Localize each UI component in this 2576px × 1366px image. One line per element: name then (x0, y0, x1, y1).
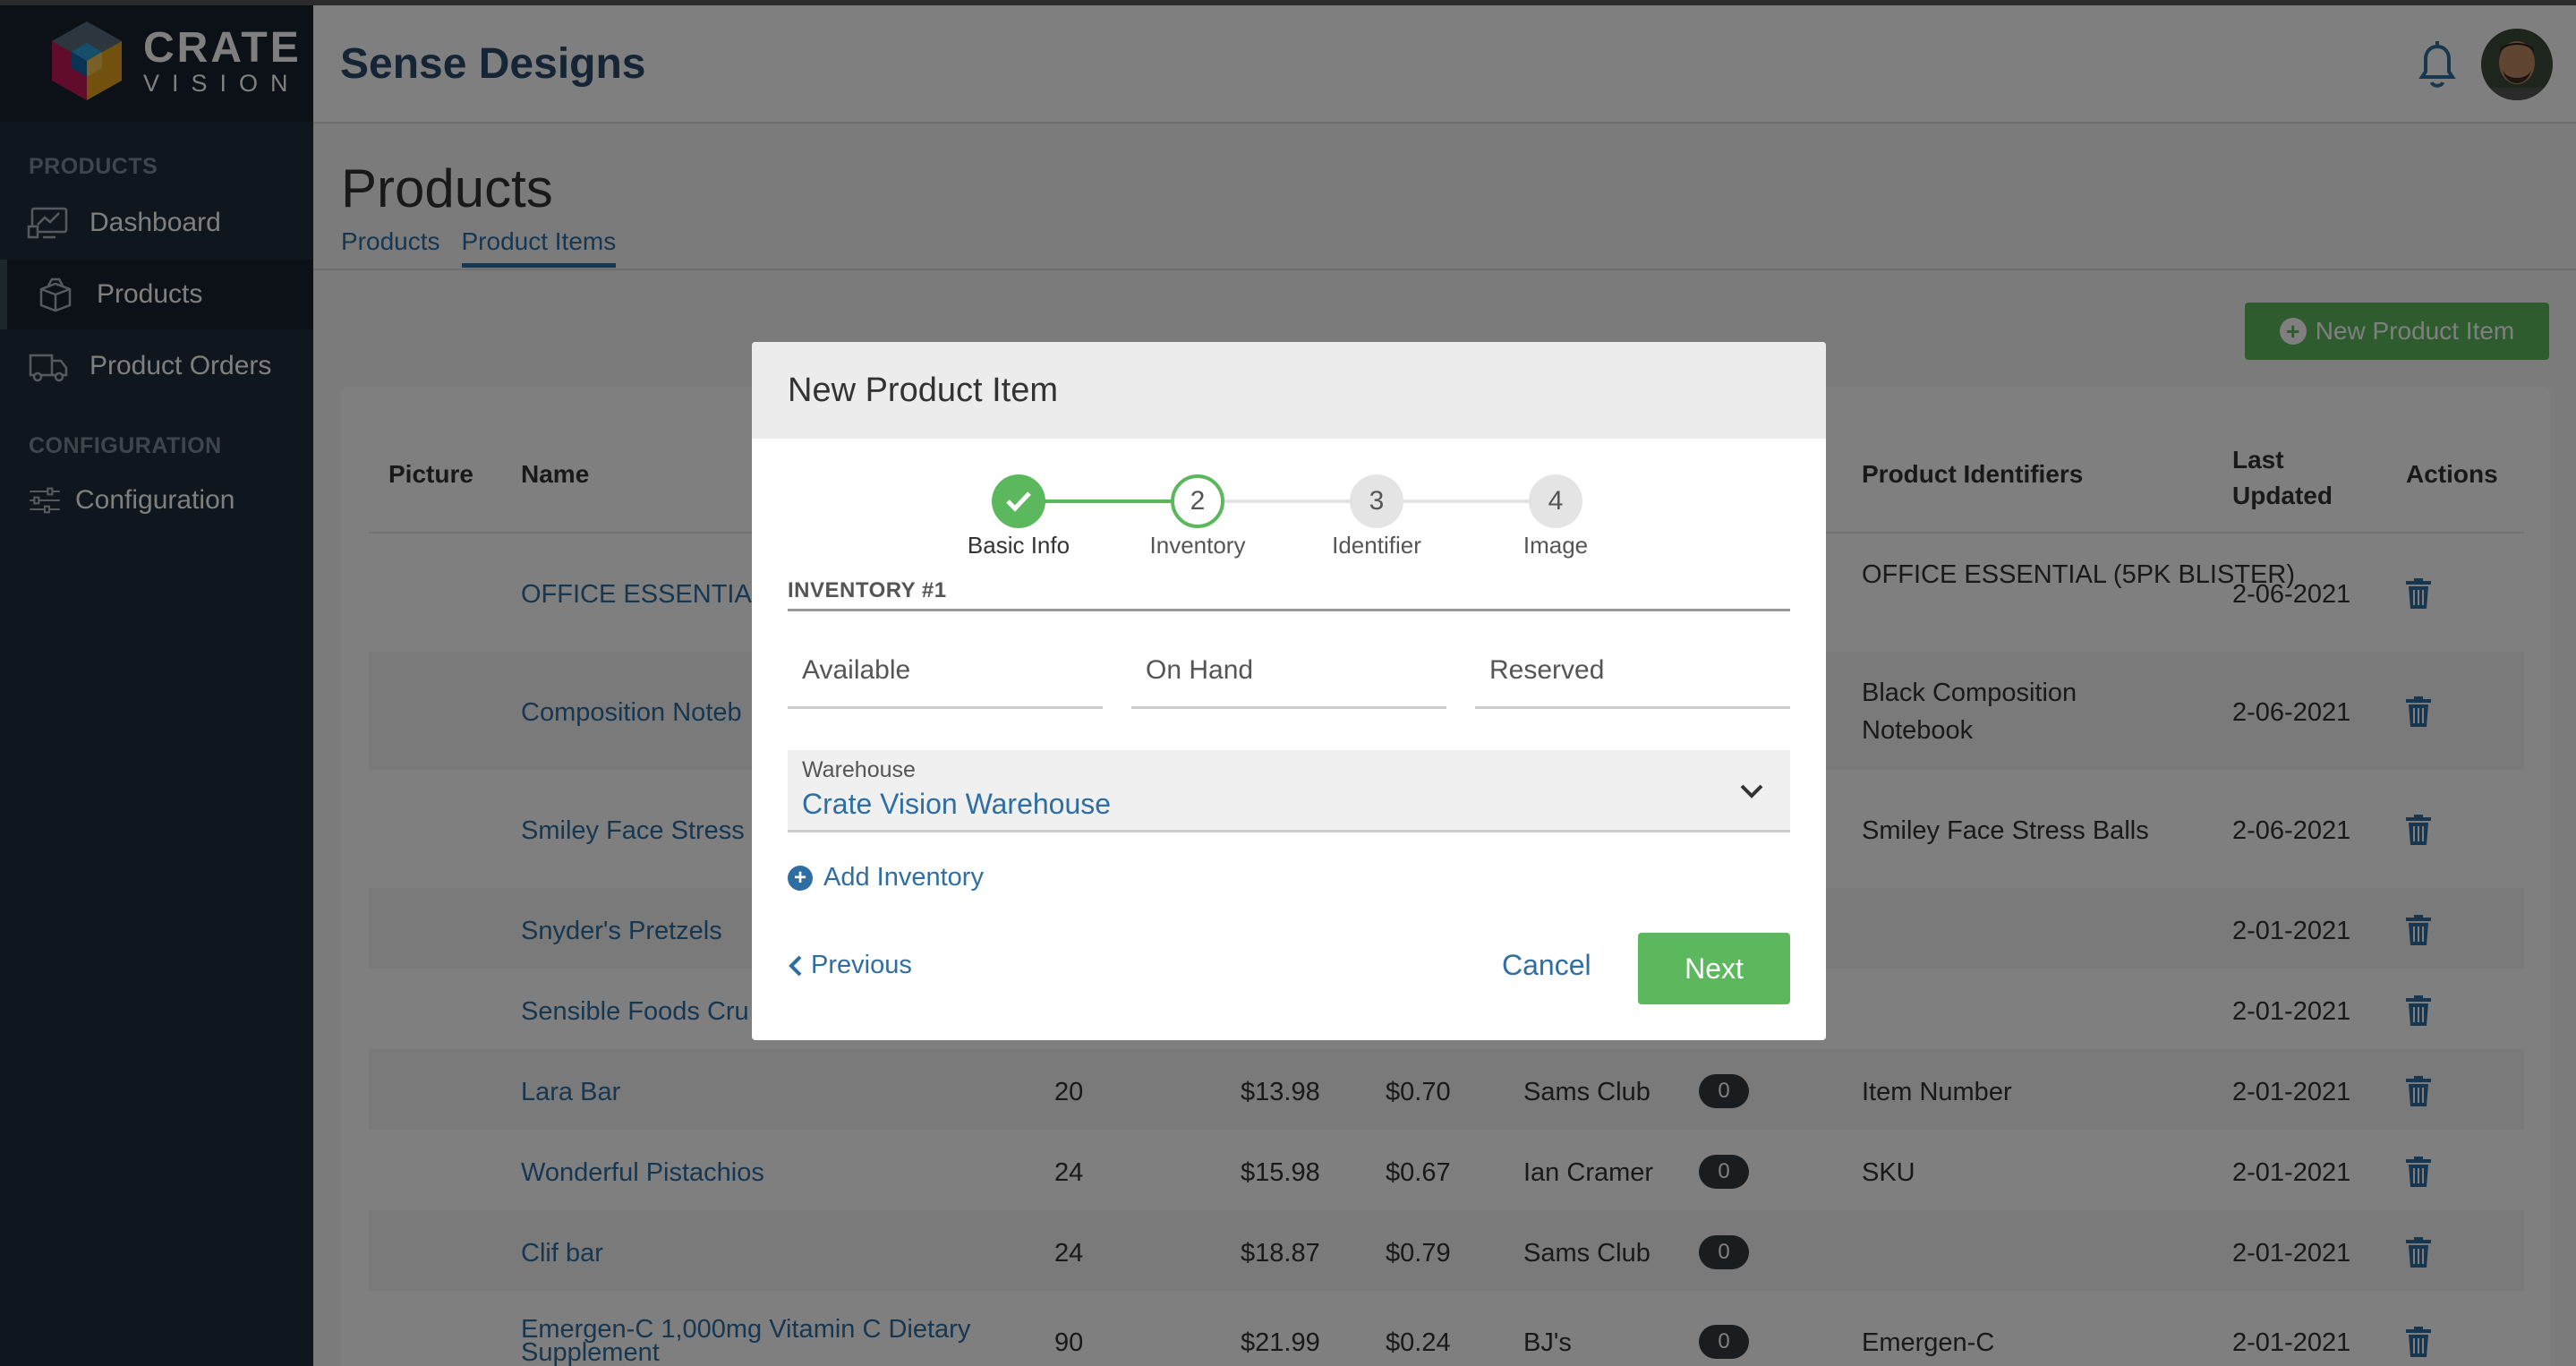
warehouse-value: Crate Vision Warehouse (802, 788, 1112, 820)
reserved-field[interactable]: Reserved (1475, 637, 1790, 709)
add-inventory-label: Add Inventory (823, 863, 984, 892)
plus-circle-icon: + (788, 865, 813, 891)
wizard-stepper: Basic Info 2 Inventory 3 Identifier 4 Im… (752, 473, 1826, 559)
step-label-identifier: Identifier (1332, 532, 1421, 559)
inventory-section-title: INVENTORY #1 (788, 578, 1790, 611)
checkmark-icon (1006, 491, 1031, 512)
chevron-left-icon (789, 955, 802, 976)
cancel-button[interactable]: Cancel (1502, 949, 1591, 982)
step-3-circle[interactable]: 3 (1350, 474, 1403, 528)
new-product-item-modal: New Product Item Basic Info 2 Inventory … (752, 342, 1826, 1040)
window-top-border (0, 0, 2576, 5)
modal-title: New Product Item (752, 342, 1826, 439)
available-field[interactable]: Available (788, 637, 1103, 709)
step-label-basic-info: Basic Info (967, 532, 1070, 559)
previous-button[interactable]: Previous (788, 951, 912, 980)
warehouse-label: Warehouse (802, 757, 916, 782)
step-label-inventory: Inventory (1149, 532, 1246, 559)
previous-label: Previous (811, 951, 912, 979)
step-label-image: Image (1523, 532, 1589, 559)
add-inventory-link[interactable]: + Add Inventory (788, 863, 984, 892)
next-button[interactable]: Next (1638, 933, 1790, 1004)
warehouse-select[interactable]: Warehouse Crate Vision Warehouse (788, 750, 1790, 832)
step-4-circle[interactable]: 4 (1529, 474, 1582, 528)
step-2-circle[interactable]: 2 (1171, 474, 1224, 528)
on-hand-field[interactable]: On Hand (1131, 637, 1446, 709)
chevron-down-icon (1740, 784, 1763, 798)
step-1-check[interactable] (992, 474, 1045, 528)
